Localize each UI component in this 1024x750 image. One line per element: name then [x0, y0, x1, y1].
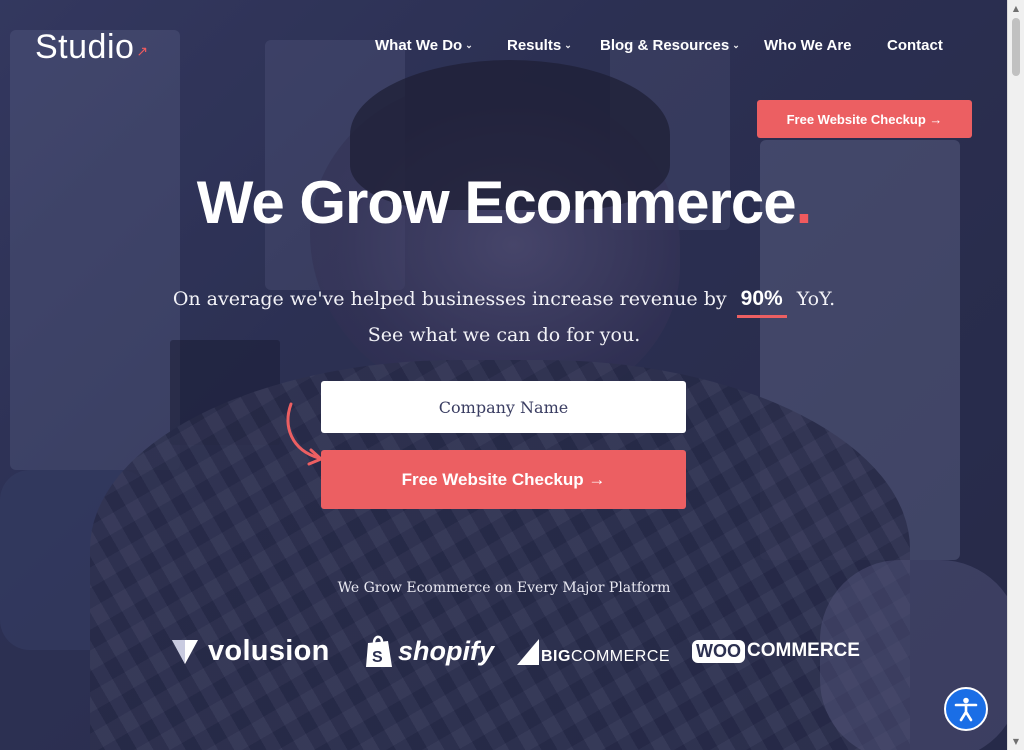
- nav-item-label: Who We Are: [764, 37, 852, 54]
- bigcommerce-logo-icon: [517, 639, 539, 665]
- scroll-down-arrow-icon[interactable]: ▼: [1008, 733, 1024, 750]
- nav-item-what-we-do[interactable]: What We Do ⌄: [375, 37, 473, 54]
- platforms-heading: We Grow Ecommerce on Every Major Platfor…: [337, 580, 671, 596]
- shopify-logo: S shopify: [364, 628, 494, 674]
- page-scrollbar[interactable]: ▲ ▼: [1007, 0, 1024, 750]
- hero-title: We Grow Ecommerce.: [0, 168, 1008, 237]
- page: Studio ↗ What We Do ⌄ Results ⌄ Blog & Re…: [0, 0, 1024, 750]
- nav-item-results[interactable]: Results ⌄: [507, 37, 572, 54]
- volusion-logo-icon: [172, 640, 198, 664]
- nav-item-label: What We Do: [375, 37, 463, 54]
- svg-text:S: S: [372, 649, 383, 666]
- woocommerce-logo: WOO COMMERCE: [692, 628, 860, 674]
- nav-item-contact[interactable]: Contact: [887, 37, 943, 54]
- shopify-name: shopify: [398, 635, 495, 666]
- bigcommerce-logo: BIGCOMMERCE: [517, 628, 670, 674]
- scroll-up-arrow-icon[interactable]: ▲: [1008, 0, 1024, 17]
- shopify-bag-icon: S: [366, 635, 392, 667]
- chevron-down-icon: ⌄: [732, 40, 740, 50]
- nav-item-label: Results: [507, 37, 562, 54]
- accessibility-icon: [954, 697, 978, 722]
- platform-logos: volusion S shopify BIGCOMMERCE WOO COMME…: [0, 628, 1008, 678]
- chevron-down-icon: ⌄: [564, 40, 572, 50]
- site-logo[interactable]: Studio ↗: [35, 28, 149, 67]
- logo-arrow-icon: ↗: [136, 43, 149, 59]
- hero-free-website-checkup-button[interactable]: Free Website Checkup →: [321, 450, 686, 509]
- logo-text: Studio: [35, 28, 135, 66]
- accessibility-button[interactable]: [944, 687, 988, 731]
- header-free-website-checkup-button[interactable]: Free Website Checkup →: [757, 100, 972, 138]
- nav-item-blog-resources[interactable]: Blog & Resources ⌄: [600, 37, 740, 54]
- nav-item-label: Blog & Resources: [600, 37, 730, 54]
- nav-item-label: Contact: [887, 37, 943, 54]
- hero-subtitle-line2: See what we can do for you.: [367, 324, 641, 346]
- woocommerce-name: COMMERCE: [747, 640, 860, 661]
- company-name-input[interactable]: [321, 381, 686, 433]
- volusion-logo: volusion: [170, 628, 330, 674]
- hero-title-text: We Grow Ecommerce: [196, 169, 797, 236]
- hero-subtitle-post: YoY.: [796, 288, 836, 310]
- bigcommerce-name: BIGCOMMERCE: [541, 648, 671, 665]
- volusion-name: volusion: [208, 634, 330, 667]
- nav-item-who-we-are[interactable]: Who We Are: [764, 37, 852, 54]
- hero-subtitle: On average we've helped businesses incre…: [0, 282, 1008, 353]
- chevron-down-icon: ⌄: [465, 40, 473, 50]
- scrollbar-thumb[interactable]: [1012, 18, 1020, 76]
- hero-title-dot: .: [795, 169, 813, 236]
- revenue-stat: 90%: [736, 285, 787, 318]
- woocommerce-logo-icon: WOO: [692, 639, 745, 663]
- hero-subtitle-pre: On average we've helped businesses incre…: [172, 288, 727, 310]
